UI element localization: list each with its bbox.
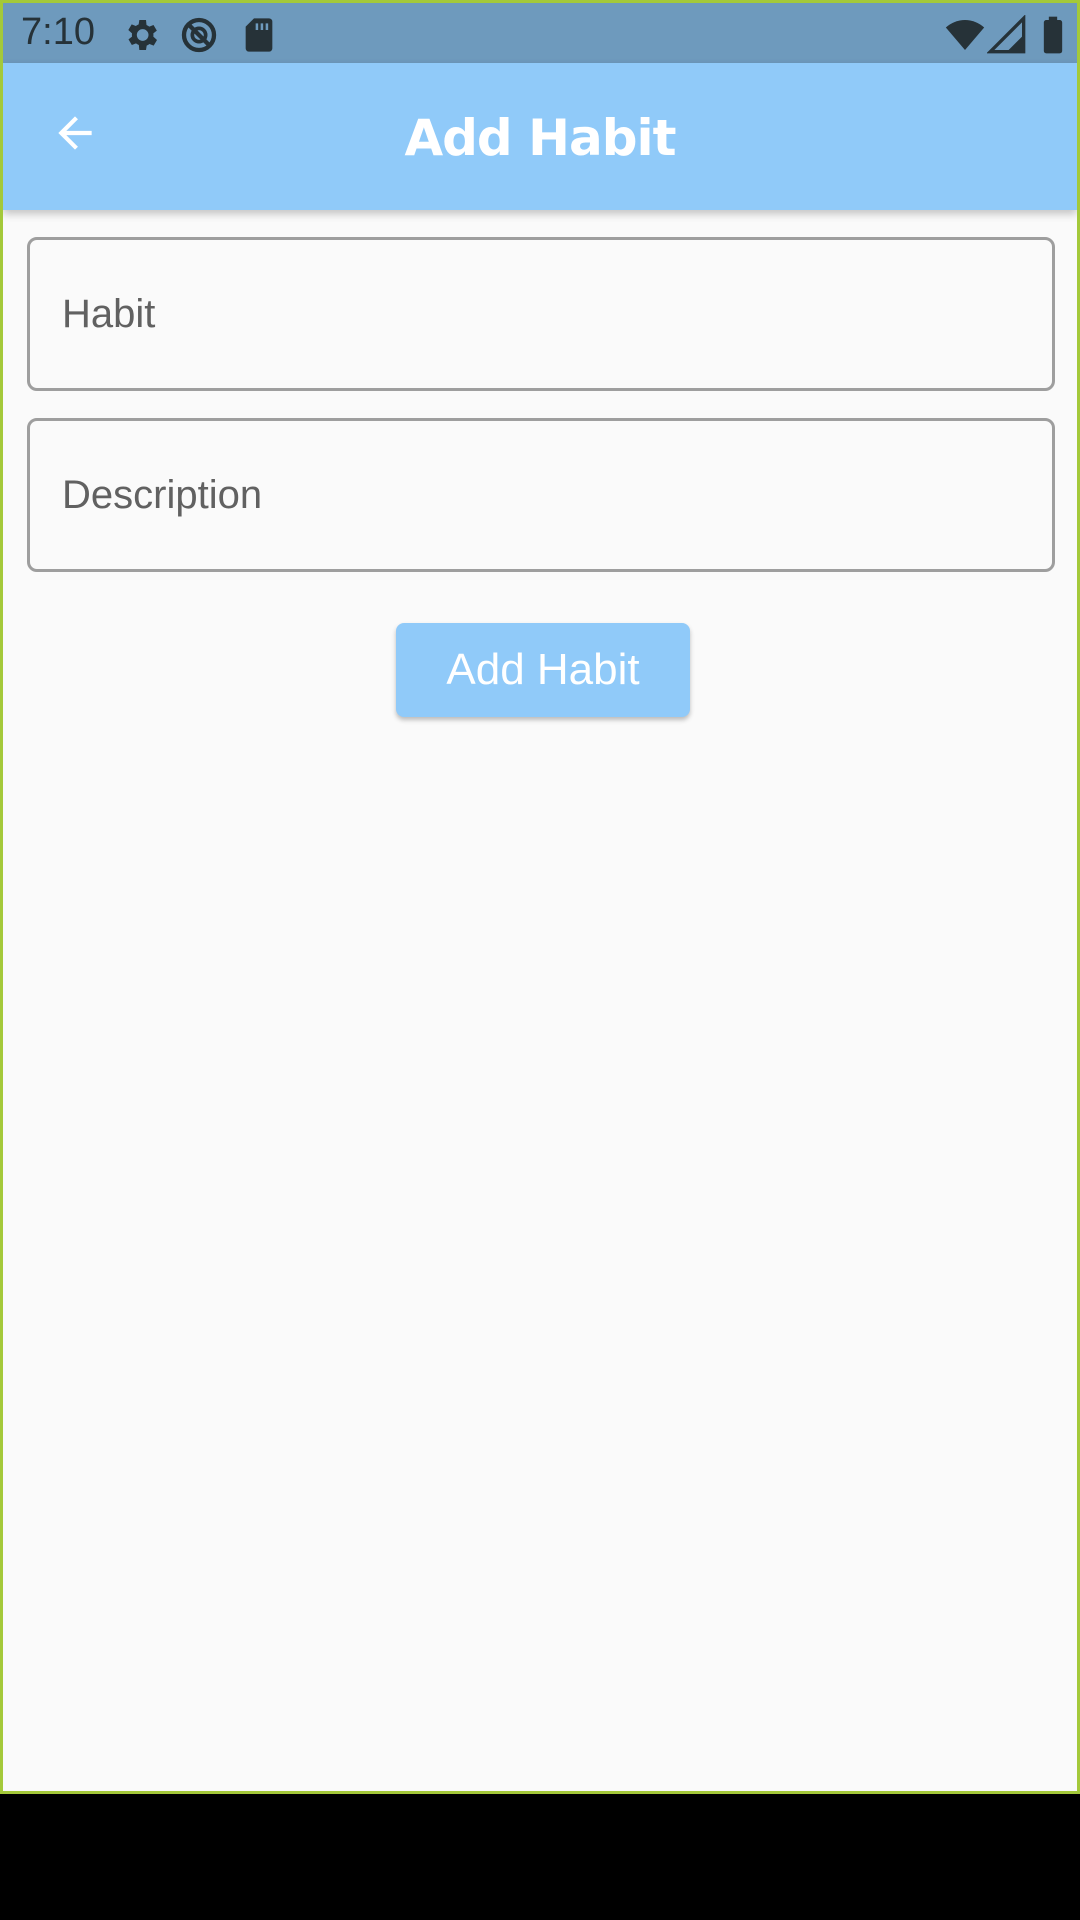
- battery-icon: [1033, 15, 1073, 55]
- sd-card-icon: [239, 15, 279, 55]
- add-habit-button[interactable]: Add Habit: [396, 623, 690, 717]
- page-title: Add Habit: [404, 109, 676, 167]
- app-bar: Add Habit: [3, 63, 1077, 210]
- signal-icon: [986, 14, 1027, 55]
- habit-input[interactable]: [30, 240, 1052, 388]
- do-not-disturb-icon: [179, 15, 219, 55]
- habit-field[interactable]: [27, 237, 1055, 391]
- gear-icon: [121, 15, 161, 55]
- description-input[interactable]: [30, 421, 1052, 569]
- status-bar: 7:10: [3, 3, 1077, 63]
- app-screen: 7:10 Add Habit Habit Description Add Hab…: [0, 0, 1080, 1794]
- add-habit-button-label: Add Habit: [446, 645, 640, 694]
- wifi-icon: [945, 15, 985, 55]
- status-time: 7:10: [21, 11, 95, 53]
- description-field[interactable]: [27, 418, 1055, 572]
